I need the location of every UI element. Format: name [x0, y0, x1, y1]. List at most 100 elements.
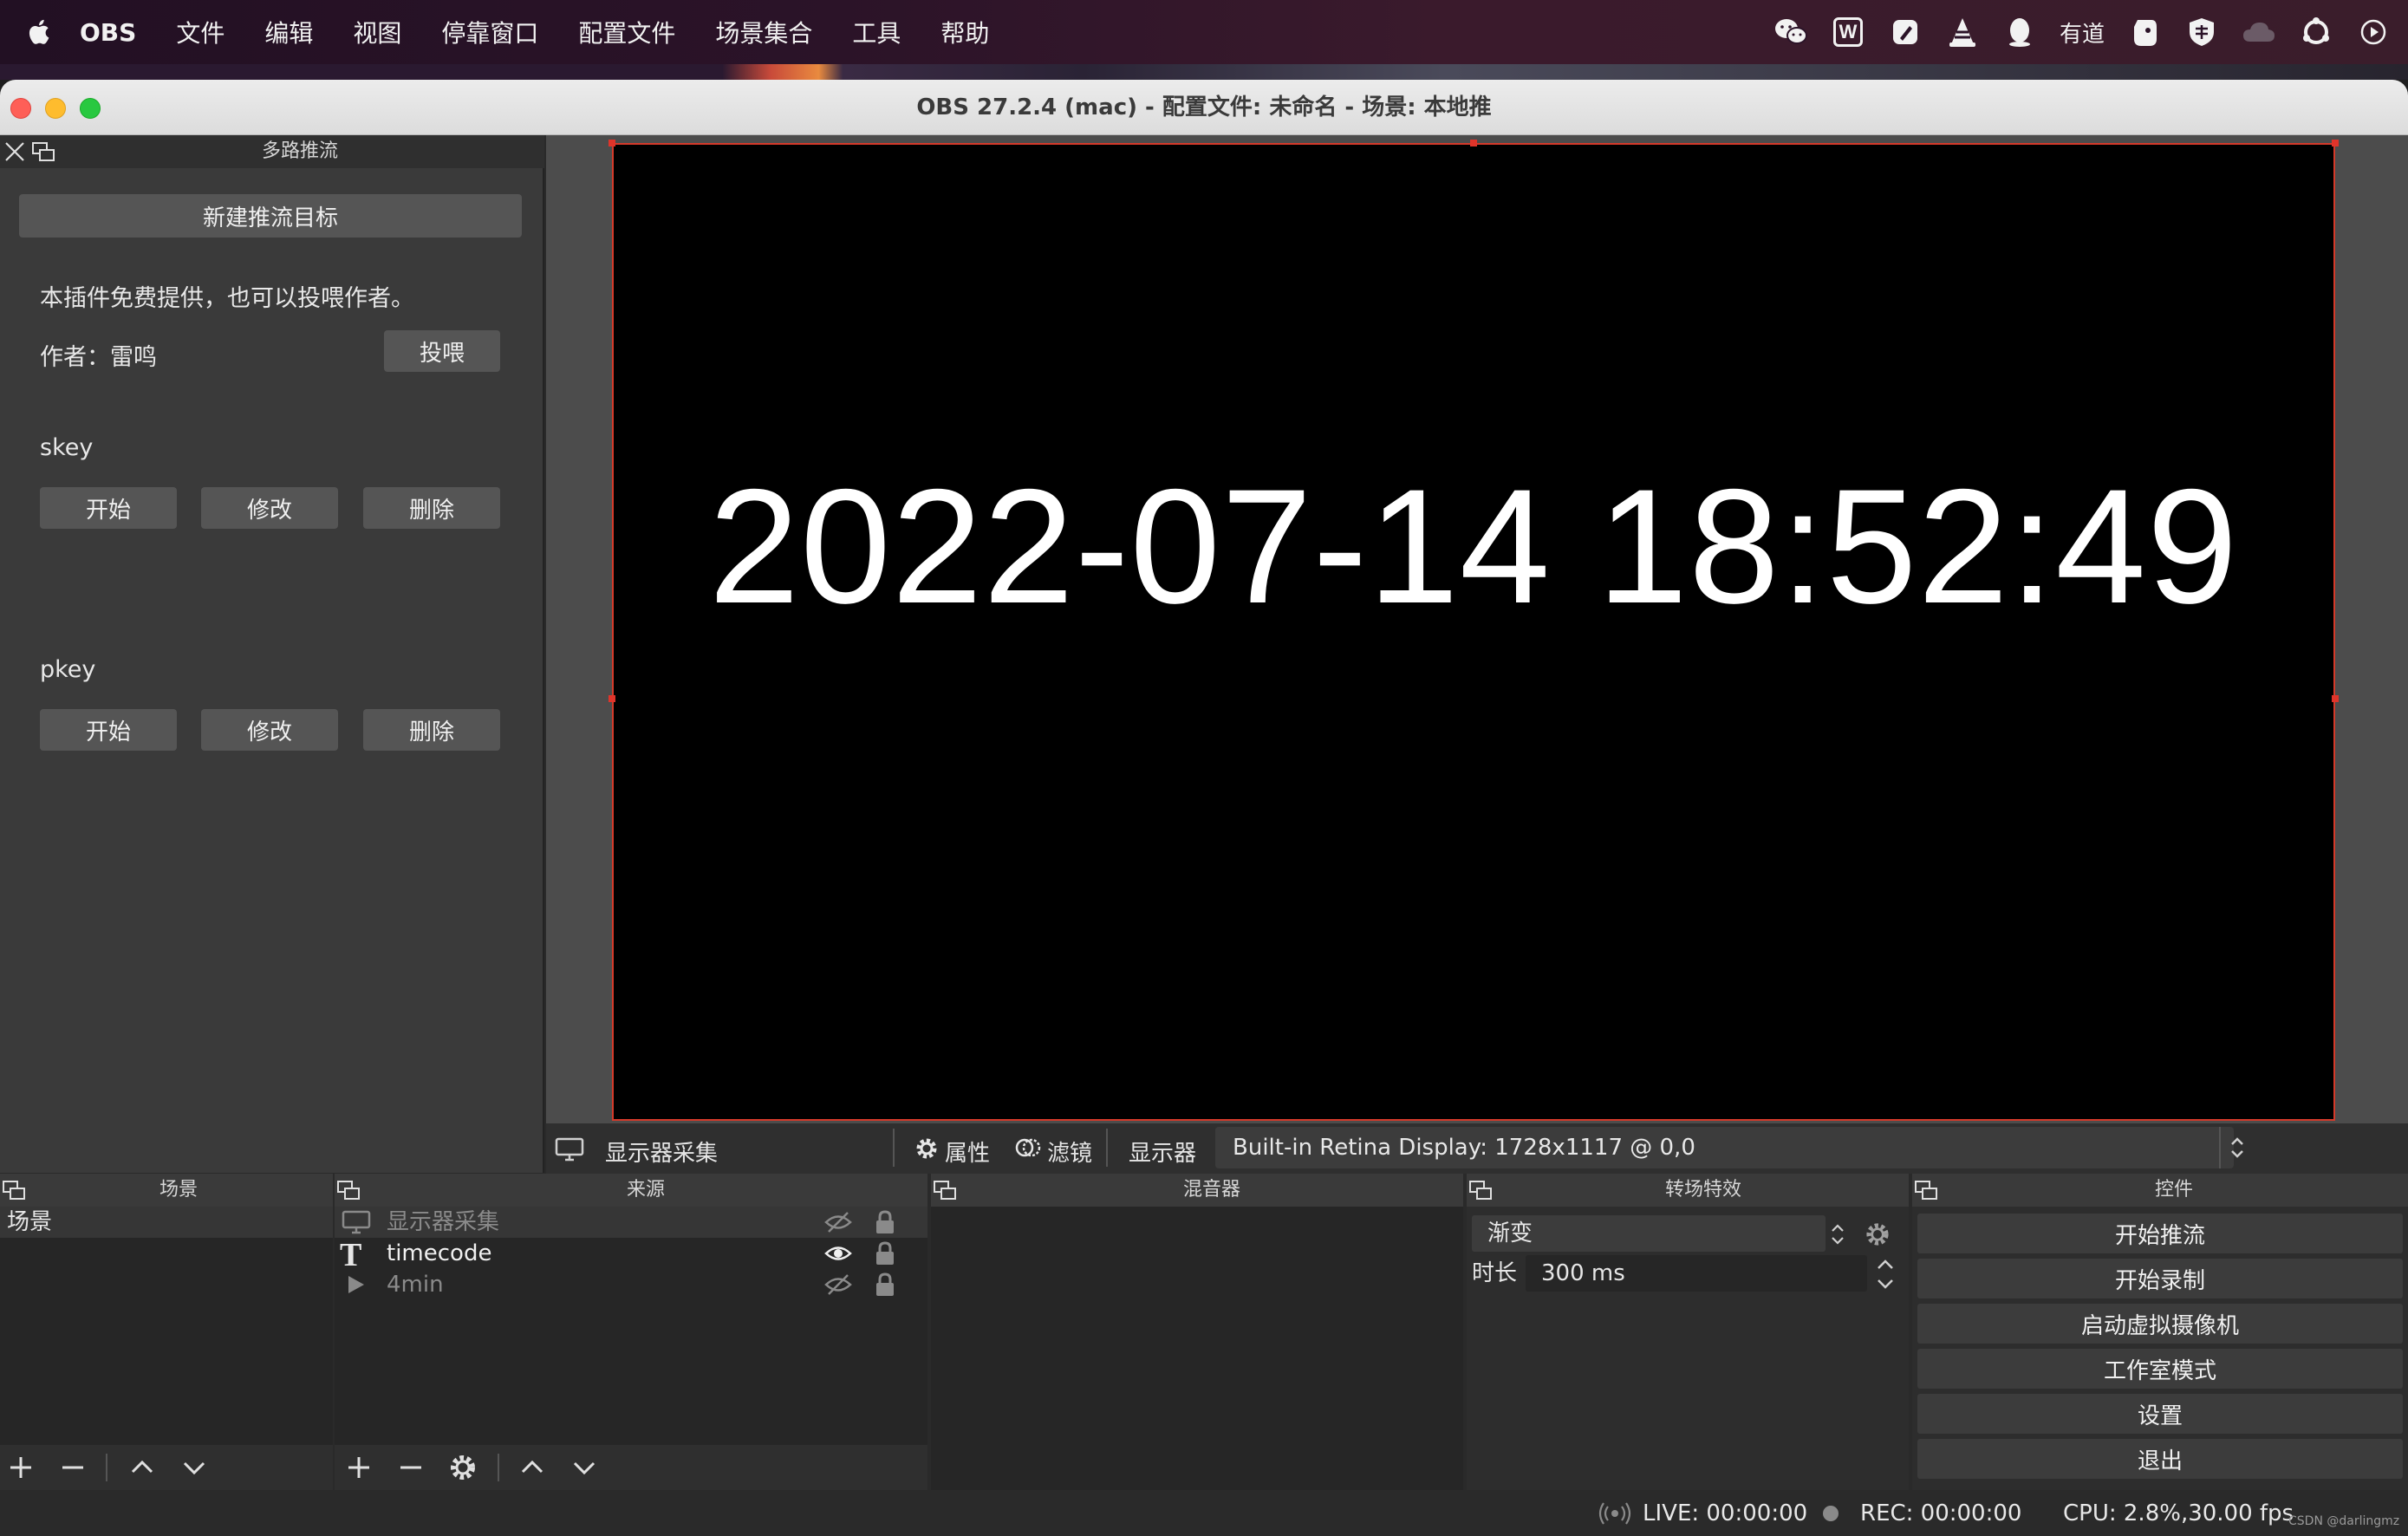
duration-label: 时长: [1472, 1260, 1518, 1286]
filters-button[interactable]: 滤镜: [1047, 1136, 1092, 1168]
add-icon[interactable]: [342, 1450, 376, 1485]
transitions-dock-header: 转场特效: [1467, 1174, 1909, 1207]
move-up-icon[interactable]: [125, 1450, 159, 1485]
chevron-updown-icon[interactable]: [2228, 1134, 2247, 1162]
menu-file[interactable]: 文件: [176, 15, 225, 49]
eye-hidden-icon[interactable]: [823, 1273, 853, 1296]
author-label: 作者：雷鸣: [40, 344, 157, 371]
scene-item[interactable]: 场景: [0, 1207, 333, 1238]
toolbar-divider: [1106, 1129, 1108, 1167]
hub-icon[interactable]: [2299, 15, 2333, 49]
add-icon[interactable]: [3, 1450, 38, 1485]
media-play-icon: [348, 1276, 364, 1293]
float-dock-icon[interactable]: [1468, 1180, 1493, 1201]
lock-icon[interactable]: [874, 1272, 896, 1298]
chevron-updown-icon[interactable]: [1829, 1222, 1846, 1246]
pkey-delete-button[interactable]: 删除: [363, 709, 500, 751]
resize-handle[interactable]: [609, 140, 615, 146]
start-virtual-camera-button[interactable]: 启动虚拟摄像机: [1917, 1304, 2403, 1344]
menu-edit[interactable]: 编辑: [264, 15, 313, 49]
wechat-icon[interactable]: [1773, 15, 1808, 49]
float-dock-icon[interactable]: [933, 1180, 957, 1201]
live-timer: LIVE: 00:00:00: [1643, 1500, 1808, 1526]
wps-icon[interactable]: W: [1831, 15, 1865, 49]
rec-timer: REC: 00:00:00: [1860, 1500, 2022, 1526]
vlc-icon[interactable]: [1945, 15, 1980, 49]
remove-icon[interactable]: [55, 1450, 90, 1485]
scenes-dock-header: 场景: [0, 1174, 333, 1207]
toolbar-divider: [106, 1454, 107, 1481]
source-row[interactable]: T timecode: [335, 1237, 927, 1273]
menu-scene-collection[interactable]: 场景集合: [715, 15, 812, 49]
transition-select-value: 渐变: [1487, 1220, 1533, 1246]
settings-button[interactable]: 设置: [1917, 1394, 2403, 1434]
resize-handle[interactable]: [609, 695, 615, 702]
skey-delete-button[interactable]: 删除: [363, 487, 500, 529]
duration-stepper[interactable]: [1872, 1255, 1898, 1293]
pkey-start-button[interactable]: 开始: [40, 709, 177, 751]
menu-view[interactable]: 视图: [353, 15, 401, 49]
float-dock-icon[interactable]: [31, 141, 55, 162]
pen-icon[interactable]: [1888, 15, 1923, 49]
sources-dock: 来源 显示器采集 T timecode 4min: [335, 1174, 927, 1490]
start-recording-button[interactable]: 开始录制: [1917, 1259, 2403, 1298]
lock-icon[interactable]: [874, 1240, 896, 1266]
status-bar: LIVE: 00:00:00 REC: 00:00:00 CPU: 2.8%,3…: [0, 1490, 2408, 1536]
shield-icon[interactable]: [2184, 15, 2219, 49]
mixer-dock-title: 混音器: [1182, 1179, 1240, 1201]
menu-docks[interactable]: 停靠窗口: [441, 15, 538, 49]
eye-icon[interactable]: [823, 1242, 853, 1265]
play-circle-icon[interactable]: [2356, 15, 2391, 49]
menu-tools[interactable]: 工具: [852, 15, 901, 49]
target-name-pkey: pkey: [40, 656, 96, 683]
float-dock-icon[interactable]: [2, 1180, 26, 1201]
resize-handle[interactable]: [2332, 140, 2339, 146]
minimize-window-button[interactable]: [45, 98, 66, 119]
scenes-dock: 场景 场景: [0, 1174, 333, 1490]
eye-hidden-icon[interactable]: [823, 1211, 853, 1233]
monitor-icon: [555, 1137, 584, 1162]
move-down-icon[interactable]: [177, 1450, 212, 1485]
properties-button[interactable]: 属性: [945, 1136, 990, 1168]
studio-mode-button[interactable]: 工作室模式: [1917, 1349, 2403, 1389]
toolbar-divider: [498, 1454, 499, 1481]
menu-app-obs[interactable]: OBS: [80, 18, 136, 47]
float-dock-icon[interactable]: [336, 1180, 361, 1201]
close-icon[interactable]: [3, 140, 26, 163]
youdao-icon[interactable]: 有道: [2060, 15, 2105, 49]
close-window-button[interactable]: [10, 98, 31, 119]
new-push-target-button[interactable]: 新建推流目标: [19, 194, 522, 238]
menu-help[interactable]: 帮助: [940, 15, 989, 49]
scenes-toolbar: [0, 1445, 333, 1490]
cloud-icon[interactable]: [2242, 15, 2276, 49]
start-streaming-button[interactable]: 开始推流: [1917, 1214, 2403, 1253]
resize-handle[interactable]: [1470, 140, 1477, 146]
evernote-icon[interactable]: [2127, 15, 2162, 49]
donate-button[interactable]: 投喂: [384, 330, 500, 372]
gear-icon[interactable]: [914, 1136, 940, 1162]
apple-icon[interactable]: [24, 16, 55, 48]
maximize-window-button[interactable]: [80, 98, 101, 119]
exit-button[interactable]: 退出: [1917, 1439, 2403, 1479]
move-down-icon[interactable]: [567, 1450, 602, 1485]
float-dock-icon[interactable]: [1914, 1180, 1938, 1201]
qq-icon[interactable]: [2002, 15, 2037, 49]
window-titlebar[interactable]: OBS 27.2.4 (mac) - 配置文件: 未命名 - 场景: 本地推: [0, 80, 2408, 135]
mixer-dock-header: 混音器: [931, 1174, 1463, 1207]
resize-handle[interactable]: [2332, 695, 2339, 702]
skey-edit-button[interactable]: 修改: [201, 487, 338, 529]
move-up-icon[interactable]: [515, 1450, 550, 1485]
pkey-edit-button[interactable]: 修改: [201, 709, 338, 751]
remove-icon[interactable]: [394, 1450, 428, 1485]
lock-icon[interactable]: [874, 1209, 896, 1235]
timecode-text: 2022-07-14 18:52:49: [708, 455, 2239, 637]
target-name-skey: skey: [40, 434, 94, 461]
controls-body: 开始推流 开始录制 启动虚拟摄像机 工作室模式 设置 退出: [1912, 1207, 2408, 1490]
source-row[interactable]: 4min: [335, 1269, 927, 1300]
source-row[interactable]: 显示器采集: [335, 1207, 927, 1238]
gear-icon[interactable]: [1862, 1219, 1893, 1250]
gear-icon[interactable]: [446, 1450, 480, 1485]
filter-icon[interactable]: [1014, 1136, 1042, 1162]
menu-profile[interactable]: 配置文件: [578, 15, 675, 49]
skey-start-button[interactable]: 开始: [40, 487, 177, 529]
